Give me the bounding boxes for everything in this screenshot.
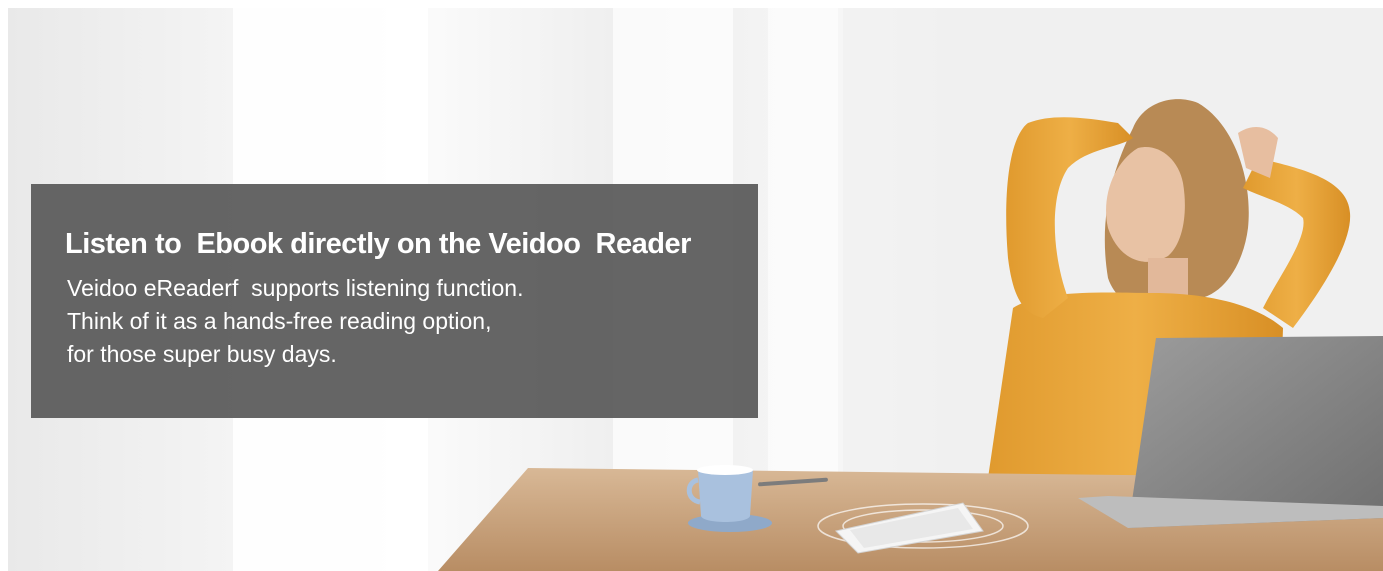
text-overlay-panel: Listen to Ebook directly on the Veidoo R…: [31, 184, 758, 418]
description-line: Think of it as a hands-free reading opti…: [67, 308, 492, 334]
banner-description: Veidoo eReaderf supports listening funct…: [67, 272, 523, 371]
description-line: Veidoo eReaderf supports listening funct…: [67, 275, 524, 301]
description-line: for those super busy days.: [67, 341, 337, 367]
banner-headline: Listen to Ebook directly on the Veidoo R…: [65, 228, 691, 260]
promo-banner: Listen to Ebook directly on the Veidoo R…: [8, 8, 1383, 571]
